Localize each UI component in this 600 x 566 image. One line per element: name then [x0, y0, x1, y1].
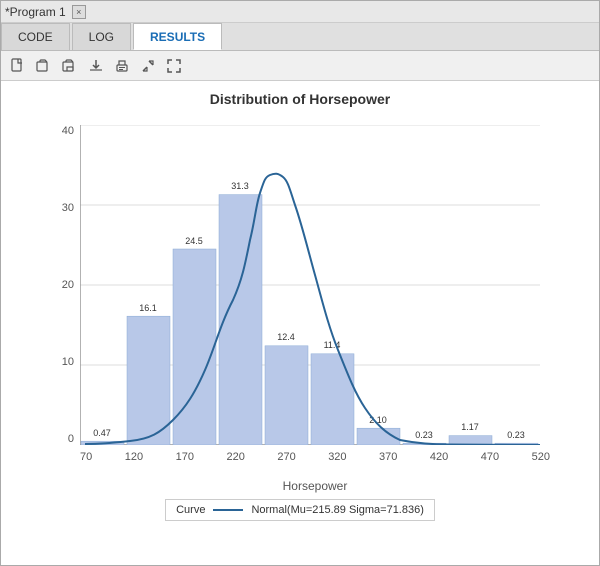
legend-curve-line	[213, 509, 243, 511]
svg-text:0.23: 0.23	[415, 430, 433, 440]
download-button[interactable]	[85, 55, 107, 77]
svg-text:24.5: 24.5	[185, 236, 203, 246]
tab-bar: CODE LOG RESULTS	[1, 23, 599, 51]
chart-area: 40 30 20 10 0 0.47	[40, 115, 560, 495]
x-label-120: 120	[125, 451, 143, 463]
y-label-30: 30	[62, 202, 74, 214]
tab-results[interactable]: RESULTS	[133, 23, 222, 50]
title-bar: *Program 1 ×	[1, 1, 599, 23]
svg-text:1.17: 1.17	[461, 422, 479, 432]
x-label-420: 420	[430, 451, 448, 463]
svg-text:0.47: 0.47	[93, 428, 111, 438]
tab-log[interactable]: LOG	[72, 23, 131, 50]
tab-code[interactable]: CODE	[1, 23, 70, 50]
chart-legend: Curve Normal(Mu=215.89 Sigma=71.836)	[165, 499, 435, 521]
new-doc-button[interactable]	[7, 55, 29, 77]
fullscreen-button[interactable]	[163, 55, 185, 77]
main-window: *Program 1 × CODE LOG RESULTS D	[0, 0, 600, 566]
open-button[interactable]	[33, 55, 55, 77]
x-axis-labels: 70 120 170 220 270 320 370 420 470 520	[80, 451, 550, 463]
x-label-370: 370	[379, 451, 397, 463]
toolbar	[1, 51, 599, 81]
window-title: *Program 1	[5, 5, 66, 19]
y-label-20: 20	[62, 279, 74, 291]
svg-text:12.4: 12.4	[277, 332, 295, 342]
y-label-10: 10	[62, 356, 74, 368]
chart-svg: 0.47 16.1 24.5 31.3 12.4 11.4 2.10	[80, 125, 540, 445]
x-label-220: 220	[226, 451, 244, 463]
y-label-0: 0	[68, 433, 74, 445]
print-button[interactable]	[111, 55, 133, 77]
chart-title: Distribution of Horsepower	[210, 91, 390, 107]
legend-curve-label: Normal(Mu=215.89 Sigma=71.836)	[251, 504, 423, 516]
x-label-170: 170	[176, 451, 194, 463]
y-axis-labels: 40 30 20 10 0	[40, 125, 78, 445]
close-button[interactable]: ×	[72, 5, 86, 19]
save-as-button[interactable]	[59, 55, 81, 77]
y-label-40: 40	[62, 125, 74, 137]
x-label-70: 70	[80, 451, 92, 463]
expand-button[interactable]	[137, 55, 159, 77]
svg-text:31.3: 31.3	[231, 181, 249, 191]
legend-label: Curve	[176, 504, 205, 516]
x-label-270: 270	[277, 451, 295, 463]
chart-container: Distribution of Horsepower 40 30 20 10 0	[1, 81, 599, 565]
x-label-320: 320	[328, 451, 346, 463]
svg-text:0.23: 0.23	[507, 430, 525, 440]
x-label-520: 520	[532, 451, 550, 463]
x-axis-title: Horsepower	[80, 479, 550, 493]
svg-text:16.1: 16.1	[139, 303, 157, 313]
x-label-470: 470	[481, 451, 499, 463]
